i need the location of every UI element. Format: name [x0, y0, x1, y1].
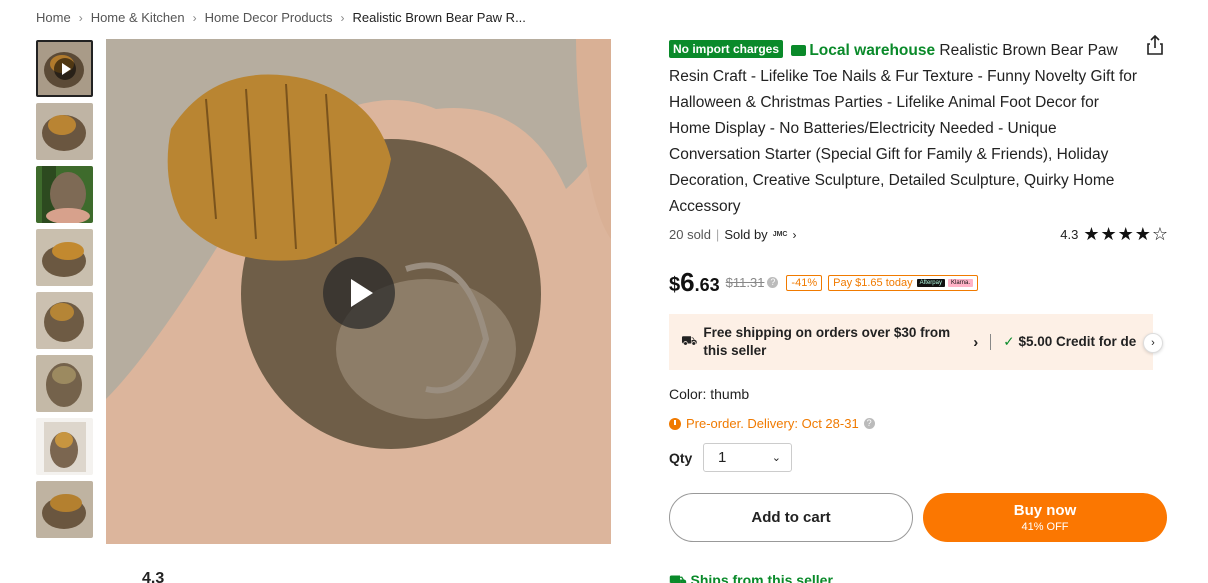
thumbnail-image[interactable] — [36, 481, 93, 538]
discount-badge: -41% — [786, 274, 823, 291]
buy-now-label: Buy now — [1013, 502, 1077, 519]
play-icon — [53, 57, 76, 80]
thumbnail-image[interactable] — [36, 418, 93, 475]
clock-icon — [669, 417, 681, 430]
rating[interactable]: 4.3 ★★★★☆ — [1060, 224, 1169, 245]
pay-today-text: Pay $1.65 today — [833, 276, 913, 289]
ships-from-seller[interactable]: ⛟ Ships from this seller — [669, 572, 833, 583]
breadcrumb-home-kitchen[interactable]: Home & Kitchen — [91, 10, 185, 25]
full-stars: ★★★★ — [1083, 224, 1152, 244]
breadcrumb-home-decor[interactable]: Home Decor Products — [205, 10, 333, 25]
meta-row: 20 sold | Sold by JMC › 4.3 ★★★★☆ — [669, 224, 1169, 245]
price-integer: 6 — [680, 267, 695, 297]
afterpay-logo: Afterpay — [916, 278, 945, 287]
product-title: No import charges Local warehouse Realis… — [669, 38, 1139, 220]
color-selection: Color: thumb — [669, 386, 1169, 402]
quantity-row: Qty 1 ⌄ — [669, 443, 1169, 472]
add-to-cart-button[interactable]: Add to cart — [669, 493, 913, 542]
klarna-logo: Klarna. — [947, 278, 973, 287]
buy-now-button[interactable]: Buy now 41% OFF — [923, 493, 1167, 542]
price-currency: $ — [669, 274, 681, 296]
chevron-down-icon: ⌄ — [771, 452, 781, 464]
thumbnail-image[interactable] — [36, 229, 93, 286]
divider: | — [715, 227, 720, 242]
seller-logo[interactable]: JMC — [773, 231, 788, 238]
credit-label: $5.00 Credit for de — [1018, 334, 1137, 349]
half-star-icon: ☆ — [1151, 224, 1169, 244]
action-buttons: Add to cart Buy now 41% OFF — [669, 493, 1169, 542]
product-title-text: Realistic Brown Bear Paw Resin Craft - L… — [669, 42, 1138, 215]
reviews-summary: 4.3 — [36, 570, 164, 583]
price-row: $6.63 $11.31 ? -41% Pay $1.65 today Afte… — [669, 267, 1169, 298]
breadcrumb-separator-icon: › — [78, 10, 83, 25]
credit-text: ✓ $5.00 Credit for de — [1003, 334, 1141, 350]
no-import-badge: No import charges — [669, 40, 784, 58]
qty-value: 1 — [718, 449, 727, 466]
thumbnail-image[interactable] — [36, 292, 93, 349]
qty-label: Qty — [669, 449, 693, 466]
main-product-image[interactable] — [106, 39, 611, 544]
shipping-banner[interactable]: ⛟ Free shipping on orders over $30 from … — [669, 314, 1163, 370]
reviews-rating: 4.3 — [142, 570, 165, 583]
color-label: Color: thumb — [669, 386, 750, 402]
sales-info: 20 sold | Sold by JMC › — [669, 227, 796, 242]
thumbnail-image[interactable] — [36, 103, 93, 160]
carousel-next-button[interactable]: › — [1143, 333, 1163, 353]
sold-count: 20 sold — [669, 227, 711, 242]
breadcrumb-separator-icon: › — [340, 10, 345, 25]
truck-icon: ⛟ — [669, 572, 687, 583]
star-rating-icon: ★★★★☆ — [1083, 224, 1169, 245]
original-price: $11.31 — [725, 275, 765, 290]
help-icon[interactable]: ? — [863, 418, 875, 429]
breadcrumb-separator-icon: › — [192, 10, 197, 25]
local-warehouse-label: Local warehouse — [791, 42, 935, 59]
buy-now-discount: 41% OFF — [1021, 521, 1069, 533]
thumbnail-image[interactable] — [36, 355, 93, 412]
thumbnail-image[interactable] — [36, 166, 93, 223]
chevron-right-icon[interactable]: › — [792, 228, 796, 242]
breadcrumb-home[interactable]: Home — [36, 10, 71, 25]
breadcrumb: Home › Home & Kitchen › Home Decor Produ… — [36, 10, 526, 25]
thumbnail-video[interactable] — [36, 40, 93, 97]
rating-value: 4.3 — [1060, 227, 1079, 242]
sold-by-label[interactable]: Sold by — [724, 227, 767, 242]
divider — [990, 334, 992, 350]
local-warehouse-text: Local warehouse — [809, 42, 936, 59]
share-icon[interactable] — [1145, 34, 1165, 56]
video-play-button[interactable] — [323, 257, 395, 329]
check-icon: ✓ — [1003, 334, 1015, 349]
sale-price: $6.63 — [669, 267, 720, 298]
help-icon[interactable]: ? — [767, 277, 779, 288]
quantity-select[interactable]: 1 ⌄ — [703, 443, 792, 472]
truck-icon: ⛟ — [681, 333, 698, 348]
preorder-info: Pre-order. Delivery: Oct 28-31 ? — [669, 416, 1169, 431]
ships-from-text: Ships from this seller — [690, 572, 833, 583]
breadcrumb-current: Realistic Brown Bear Paw R... — [352, 10, 526, 25]
truck-icon — [791, 45, 807, 56]
price-decimal: .63 — [694, 275, 720, 295]
thumbnail-list — [36, 40, 93, 544]
free-shipping-text: Free shipping on orders over $30 from th… — [703, 325, 951, 358]
preorder-text: Pre-order. Delivery: Oct 28-31 — [686, 416, 859, 431]
pay-today-badge[interactable]: Pay $1.65 today Afterpay Klarna. — [828, 274, 978, 291]
chevron-right-icon[interactable]: › — [973, 334, 978, 351]
product-info-panel: No import charges Local warehouse Realis… — [669, 34, 1169, 542]
